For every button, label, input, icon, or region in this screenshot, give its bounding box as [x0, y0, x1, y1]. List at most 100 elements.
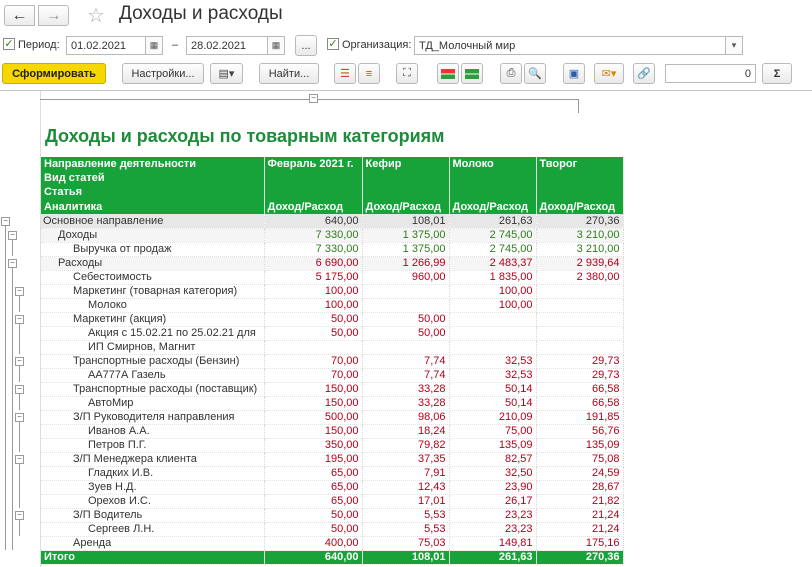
table-row[interactable]: Акция с 15.02.21 по 25.02.21 для 50,00 50,… — [41, 326, 624, 341]
organization-field[interactable]: ТД_Молочный мир — [414, 36, 726, 55]
value-cell: 640,00 — [264, 214, 363, 229]
table-row[interactable]: Сергеев Л.Н. 50,00 5,53 23,23 21,24 — [41, 522, 624, 537]
value-cell — [362, 284, 450, 299]
row-label: Основное направление — [41, 214, 265, 229]
table-row[interactable]: Себестоимость 5 175,00 960,00 1 835,00 2 380… — [41, 270, 624, 285]
group-line — [5, 226, 6, 550]
table-row[interactable]: Маркетинг (акция) 50,00 50,00 — [41, 312, 624, 327]
table-row[interactable]: З/П Водитель 50,00 5,53 23,23 21,24 — [41, 508, 624, 523]
group-line — [19, 422, 20, 452]
table-row[interactable]: Доходы 7 330,00 1 375,00 2 745,00 3 210,00 — [41, 228, 624, 243]
header-cell — [536, 171, 624, 185]
table-row[interactable]: Зуев Н.Д. 65,00 12,43 23,90 28,67 — [41, 480, 624, 495]
row-label: АА777А Газель — [41, 368, 265, 383]
group-collapse-toggle[interactable]: − — [1, 217, 10, 226]
header-row: Вид статей — [41, 171, 624, 185]
arrow-right-icon: → — [45, 6, 62, 24]
table-row[interactable]: Выручка от продаж 7 330,00 1 375,00 2 745,0… — [41, 242, 624, 257]
group-collapse-toggle[interactable]: − — [15, 357, 24, 366]
table-row[interactable]: Иванов А.А. 150,00 18,24 75,00 56,76 — [41, 424, 624, 439]
period-checkbox[interactable]: ✓ — [3, 38, 15, 50]
print-preview-icon: 🔍 — [528, 68, 542, 80]
send-button[interactable]: ✉▾ — [594, 63, 624, 84]
table-row[interactable]: З/П Руководителя направления 500,00 98,06 2… — [41, 410, 624, 425]
value-cell: 50,00 — [264, 522, 363, 537]
period-label: Период: — [18, 39, 60, 51]
value-cell: 150,00 — [264, 424, 363, 439]
fullscreen-icon: ⛶ — [403, 67, 411, 79]
value-cell: 1 266,99 — [362, 256, 450, 271]
value-cell: 50,00 — [362, 326, 450, 341]
value-cell: 66,58 — [536, 396, 624, 411]
table-row[interactable]: ИП Смирнов, Магнит — [41, 340, 624, 355]
table-row[interactable]: Молоко 100,00 100,00 — [41, 298, 624, 313]
table-row[interactable]: Расходы 6 690,00 1 266,99 2 483,37 2 939,64 — [41, 256, 624, 271]
value-cell: 70,00 — [264, 354, 363, 369]
date-from-calendar-button[interactable]: ▦ — [146, 36, 163, 55]
value-cell: 65,00 — [264, 494, 363, 509]
row-label: Выручка от продаж — [41, 242, 265, 257]
calendar-icon: ▦ — [149, 40, 159, 50]
organization-checkbox[interactable]: ✓ — [327, 38, 339, 50]
row-label: Молоко — [41, 298, 265, 313]
table-row[interactable]: З/П Менеджера клиента 195,00 37,35 82,57 75,… — [41, 452, 624, 467]
table-row[interactable]: Гладких И.В. 65,00 7,91 32,50 24,59 — [41, 466, 624, 481]
table-row[interactable]: Орехов И.С. 65,00 17,01 26,17 21,82 — [41, 494, 624, 509]
group-collapse-toggle[interactable]: − — [15, 455, 24, 464]
generate-button[interactable]: Сформировать — [2, 63, 106, 84]
organization-dropdown-button[interactable]: ▾ — [726, 36, 743, 55]
value-cell: 33,28 — [362, 396, 450, 411]
period-select-button[interactable]: ... — [295, 35, 317, 56]
header-cell: Молоко — [449, 157, 537, 171]
highlight-red-button[interactable] — [437, 63, 459, 84]
value-cell: 2 380,00 — [536, 270, 624, 285]
value-cell: 7 330,00 — [264, 228, 363, 243]
date-to-field[interactable]: 28.02.2021 — [186, 36, 268, 55]
value-cell — [449, 326, 537, 341]
column-group-toggle[interactable]: − — [309, 94, 318, 103]
find-button[interactable]: Найти... — [259, 63, 319, 84]
link-button[interactable]: 🔗 — [633, 63, 655, 84]
value-cell — [264, 340, 363, 355]
row-label: Транспортные расходы (Бензин) — [41, 354, 265, 369]
print-button[interactable]: ⎙ — [500, 63, 522, 84]
table-row[interactable]: Транспортные расходы (поставщик) 150,00 33… — [41, 382, 624, 397]
forward-button[interactable]: → — [38, 5, 69, 26]
group-collapse-toggle[interactable]: − — [15, 287, 24, 296]
value-cell: 5 175,00 — [264, 270, 363, 285]
table-row[interactable]: Основное направление 640,00 108,01 261,63 27… — [41, 214, 624, 229]
group-collapse-toggle[interactable]: − — [15, 413, 24, 422]
value-cell: 1 375,00 — [362, 228, 450, 243]
value-cell: 5,53 — [362, 508, 450, 523]
group-collapse-toggle[interactable]: − — [8, 259, 17, 268]
back-button[interactable]: ← — [4, 5, 35, 26]
value-cell — [536, 340, 624, 355]
date-to-calendar-button[interactable]: ▦ — [268, 36, 285, 55]
table-row[interactable]: Петров П.Г. 350,00 79,82 135,09 135,09 — [41, 438, 624, 453]
preview-button[interactable]: 🔍 — [524, 63, 546, 84]
variant-button[interactable]: ▤▾ — [210, 63, 243, 84]
highlight-green-button[interactable] — [461, 63, 483, 84]
fullscreen-button[interactable]: ⛶ — [396, 63, 418, 84]
favorite-star-icon[interactable]: ☆ — [87, 3, 105, 28]
table-row[interactable]: Аренда 400,00 75,03 149,81 175,16 — [41, 536, 624, 551]
header-row: Статья — [41, 185, 624, 199]
row-label: АвтоМир — [41, 396, 265, 411]
table-row[interactable]: Транспортные расходы (Бензин) 70,00 7,74 32… — [41, 354, 624, 369]
table-row[interactable]: Маркетинг (товарная категория) 100,00 100,… — [41, 284, 624, 299]
table-row[interactable]: АвтоМир 150,00 33,28 50,14 66,58 — [41, 396, 624, 411]
group-collapse-button[interactable]: ≡ — [358, 63, 380, 84]
group-collapse-toggle[interactable]: − — [15, 315, 24, 324]
settings-button[interactable]: Настройки... — [122, 63, 204, 84]
group-expand-button[interactable]: ☰ — [334, 63, 356, 84]
sum-mode-button[interactable]: Σ — [762, 63, 792, 84]
date-from-field[interactable]: 01.02.2021 — [66, 36, 146, 55]
group-collapse-toggle[interactable]: − — [15, 385, 24, 394]
table-row[interactable]: АА777А Газель 70,00 7,74 32,53 29,73 — [41, 368, 624, 383]
group-collapse-toggle[interactable]: − — [8, 231, 17, 240]
group-collapse-toggle[interactable]: − — [15, 511, 24, 520]
save-button[interactable]: ▣ — [563, 63, 585, 84]
row-label: Орехов И.С. — [41, 494, 265, 509]
header-row: Направление деятельности Февраль 2021 г. К… — [41, 157, 624, 171]
row-label: З/П Менеджера клиента — [41, 452, 265, 467]
